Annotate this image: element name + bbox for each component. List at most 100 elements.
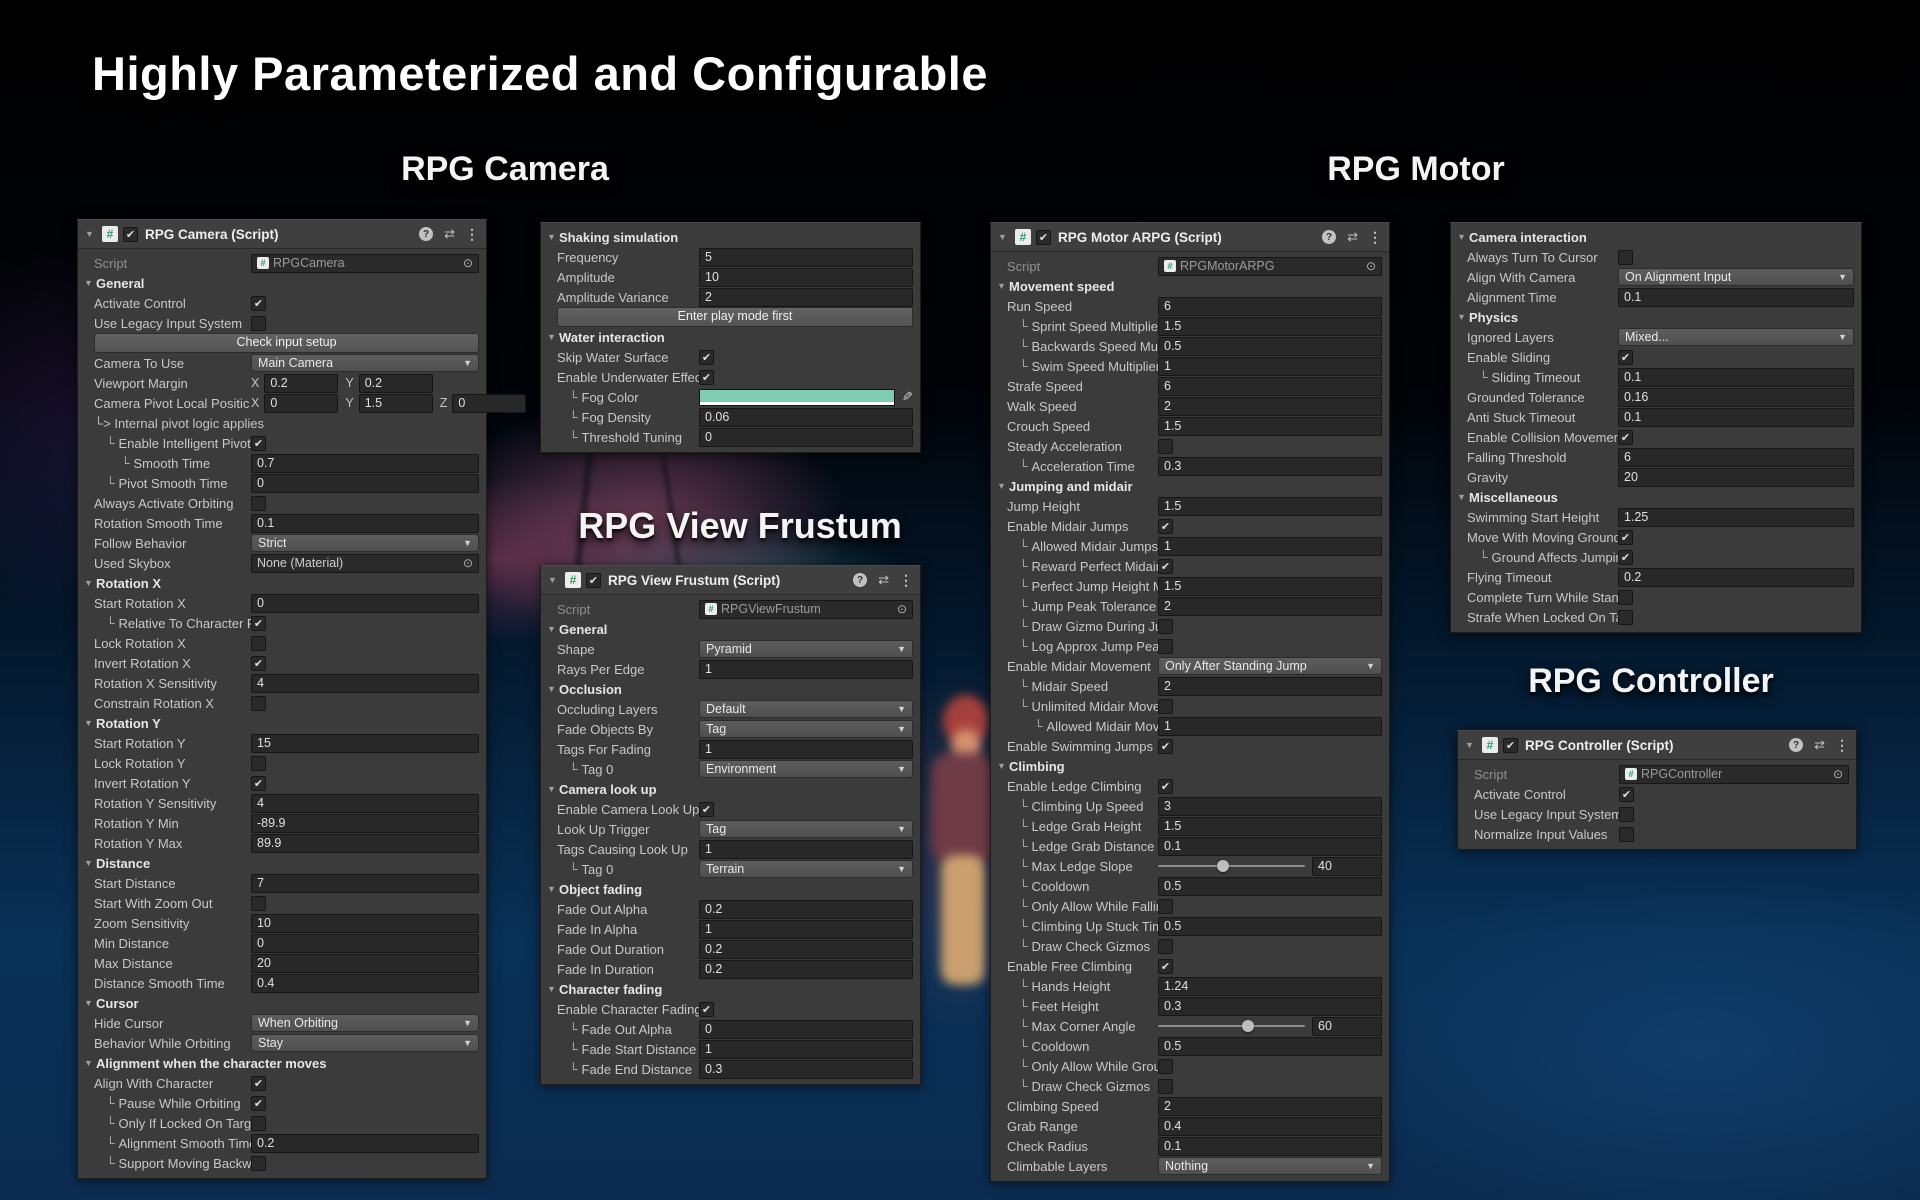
presets-icon[interactable]: ⇄ xyxy=(1347,229,1357,245)
input-anti-stuck-timeout[interactable]: 0.1 xyxy=(1618,408,1854,427)
foldout-icon[interactable]: ▼ xyxy=(547,232,559,242)
input-fog-density[interactable]: 0.06 xyxy=(699,408,913,427)
input-rotation-smooth-time[interactable]: 0.1 xyxy=(251,514,479,533)
foldout-icon[interactable]: ▼ xyxy=(547,684,559,694)
checkbox-only-allow-while-ground[interactable] xyxy=(1158,1059,1173,1074)
checkbox-normalize-input-values[interactable] xyxy=(1619,827,1634,842)
checkbox-log-approx-jump-peak-d[interactable] xyxy=(1158,639,1173,654)
help-icon[interactable]: ? xyxy=(1322,230,1336,244)
input-walk-speed[interactable]: 2 xyxy=(1158,397,1382,416)
foldout-icon[interactable]: ▼ xyxy=(548,575,560,585)
help-icon[interactable]: ? xyxy=(853,573,867,587)
input-strafe-speed[interactable]: 6 xyxy=(1158,377,1382,396)
input-tags-causing-look-up[interactable]: 1 xyxy=(699,840,913,859)
input-gravity[interactable]: 20 xyxy=(1618,468,1854,487)
foldout-icon[interactable]: ▼ xyxy=(85,229,97,239)
input-backwards-speed-multip[interactable]: 0.5 xyxy=(1158,337,1382,356)
dropdown-behavior-while-orbiting[interactable]: Stay▼ xyxy=(251,1034,479,1052)
dropdown-occluding-layers[interactable]: Default▼ xyxy=(699,700,913,718)
section-rotation-x[interactable]: ▼Rotation X xyxy=(78,573,486,593)
input-start-distance[interactable]: 7 xyxy=(251,874,479,893)
checkbox-draw-check-gizmos[interactable] xyxy=(1158,1079,1173,1094)
slider-track-max-ledge-slope[interactable] xyxy=(1158,865,1305,867)
input-zoom-sensitivity[interactable]: 10 xyxy=(251,914,479,933)
input-grab-range[interactable]: 0.4 xyxy=(1158,1117,1382,1136)
input-alignment-smooth-time[interactable]: 0.2 xyxy=(251,1134,479,1153)
section-water-interaction[interactable]: ▼Water interaction xyxy=(541,327,920,347)
checkbox-unlimited-midair-moves[interactable] xyxy=(1158,699,1173,714)
input-tags-for-fading[interactable]: 1 xyxy=(699,740,913,759)
dropdown-align-with-camera[interactable]: On Alignment Input▼ xyxy=(1618,268,1854,286)
foldout-icon[interactable]: ▼ xyxy=(1457,312,1469,322)
component-header[interactable]: ▼ # ✔ RPG View Frustum (Script) ? ⇄ ⋮ xyxy=(541,566,920,595)
section-occlusion[interactable]: ▼Occlusion xyxy=(541,679,920,699)
input-sprint-speed-multiplier[interactable]: 1.5 xyxy=(1158,317,1382,336)
input-fade-out-duration[interactable]: 0.2 xyxy=(699,940,913,959)
input-climbing-up-stuck-time[interactable]: 0.5 xyxy=(1158,917,1382,936)
section-camera-look-up[interactable]: ▼Camera look up xyxy=(541,779,920,799)
checkbox-only-allow-while-falling[interactable] xyxy=(1158,899,1173,914)
input-swimming-start-height[interactable]: 1.25 xyxy=(1618,508,1854,527)
component-enabled-checkbox[interactable]: ✔ xyxy=(1036,230,1051,245)
help-icon[interactable]: ? xyxy=(419,227,433,241)
foldout-icon[interactable]: ▼ xyxy=(84,278,96,288)
section-character-fading[interactable]: ▼Character fading xyxy=(541,979,920,999)
checkbox-draw-gizmo-during-jum[interactable] xyxy=(1158,619,1173,634)
object-picker-icon[interactable]: ⊙ xyxy=(1366,259,1376,273)
section-distance[interactable]: ▼Distance xyxy=(78,853,486,873)
checkbox-steady-acceleration[interactable] xyxy=(1158,439,1173,454)
input-climbing-speed[interactable]: 2 xyxy=(1158,1097,1382,1116)
dropdown-tag-0[interactable]: Terrain▼ xyxy=(699,860,913,878)
section-movement-speed[interactable]: ▼Movement speed xyxy=(991,276,1389,296)
checkbox-skip-water-surface[interactable]: ✔ xyxy=(699,350,714,365)
checkbox-pause-while-orbiting[interactable]: ✔ xyxy=(251,1096,266,1111)
checkbox-activate-control[interactable]: ✔ xyxy=(1619,787,1634,802)
presets-icon[interactable]: ⇄ xyxy=(878,572,888,588)
input-distance-smooth-time[interactable]: 0.4 xyxy=(251,974,479,993)
input-fade-in-duration[interactable]: 0.2 xyxy=(699,960,913,979)
checkbox-only-if-locked-on-targe[interactable] xyxy=(251,1116,266,1131)
input-start-rotation-y[interactable]: 15 xyxy=(251,734,479,753)
input-camera-pivot-local-positic-y[interactable]: 1.5 xyxy=(359,394,433,413)
input-start-rotation-x[interactable]: 0 xyxy=(251,594,479,613)
object-field-used-skybox[interactable]: None (Material)⊙ xyxy=(251,554,479,573)
component-header[interactable]: ▼ # ✔ RPG Camera (Script) ? ⇄ ⋮ xyxy=(78,220,486,249)
section-rotation-y[interactable]: ▼Rotation Y xyxy=(78,713,486,733)
component-enabled-checkbox[interactable]: ✔ xyxy=(586,573,601,588)
input-viewport-margin-y[interactable]: 0.2 xyxy=(359,374,433,393)
component-enabled-checkbox[interactable]: ✔ xyxy=(123,227,138,242)
checkbox-enable-intelligent-pivot[interactable]: ✔ xyxy=(251,436,266,451)
button-enter-play-mode-first[interactable]: Enter play mode first xyxy=(557,307,913,327)
object-picker-icon[interactable]: ⊙ xyxy=(897,602,907,616)
dropdown-camera-to-use[interactable]: Main Camera▼ xyxy=(251,354,479,372)
input-rays-per-edge[interactable]: 1 xyxy=(699,660,913,679)
input-rotation-y-max[interactable]: 89.9 xyxy=(251,834,479,853)
checkbox-ground-affects-jumping[interactable]: ✔ xyxy=(1618,550,1633,565)
slider-handle-max-ledge-slope[interactable] xyxy=(1217,860,1229,872)
input-falling-threshold[interactable]: 6 xyxy=(1618,448,1854,467)
input-allowed-midair-moves[interactable]: 1 xyxy=(1158,717,1382,736)
foldout-icon[interactable]: ▼ xyxy=(997,481,1009,491)
input-threshold-tuning[interactable]: 0 xyxy=(699,428,913,447)
slider-handle-max-corner-angle[interactable] xyxy=(1242,1020,1254,1032)
button-check-input-setup[interactable]: Check input setup xyxy=(94,333,479,353)
dropdown-shape[interactable]: Pyramid▼ xyxy=(699,640,913,658)
foldout-icon[interactable]: ▼ xyxy=(84,998,96,1008)
input-camera-pivot-local-positic-x[interactable]: 0 xyxy=(264,394,338,413)
checkbox-invert-rotation-x[interactable]: ✔ xyxy=(251,656,266,671)
checkbox-complete-turn-while-stan[interactable] xyxy=(1618,590,1633,605)
section-miscellaneous[interactable]: ▼Miscellaneous xyxy=(1451,487,1861,507)
kebab-menu-icon[interactable]: ⋮ xyxy=(1368,229,1382,246)
input-min-distance[interactable]: 0 xyxy=(251,934,479,953)
checkbox-reward-perfect-midair-j[interactable]: ✔ xyxy=(1158,559,1173,574)
checkbox-constrain-rotation-x[interactable] xyxy=(251,696,266,711)
checkbox-lock-rotation-x[interactable] xyxy=(251,636,266,651)
input-perfect-jump-height-mu[interactable]: 1.5 xyxy=(1158,577,1382,596)
input-acceleration-time[interactable]: 0.3 xyxy=(1158,457,1382,476)
input-cooldown[interactable]: 0.5 xyxy=(1158,1037,1382,1056)
input-fade-out-alpha[interactable]: 0.2 xyxy=(699,900,913,919)
presets-icon[interactable]: ⇄ xyxy=(1814,737,1824,753)
foldout-icon[interactable]: ▼ xyxy=(84,1058,96,1068)
eyedropper-icon[interactable]: ✎ xyxy=(902,389,913,405)
checkbox-enable-midair-jumps[interactable]: ✔ xyxy=(1158,519,1173,534)
